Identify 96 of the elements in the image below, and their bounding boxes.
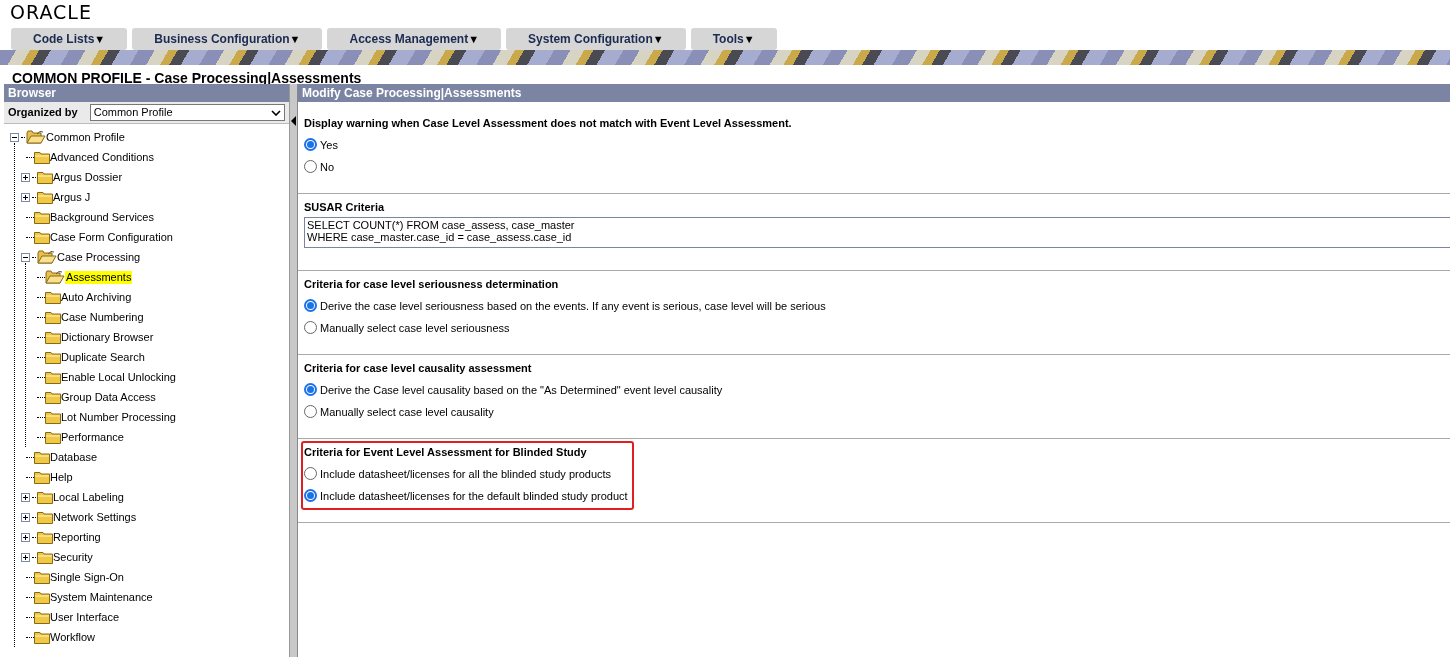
- tree-item[interactable]: Performance: [61, 430, 124, 444]
- caret-icon: ▼: [289, 30, 301, 48]
- folder-icon: [34, 630, 50, 644]
- folder-icon: [34, 150, 50, 164]
- caret-icon: ▼: [652, 30, 664, 48]
- expand-icon[interactable]: [21, 192, 30, 202]
- chevron-icon: [271, 109, 281, 116]
- folder-icon: [45, 430, 61, 444]
- section-heading: Criteria for case level seriousness determination: [304, 277, 560, 291]
- menu-button[interactable]: Access Management▼: [327, 28, 502, 50]
- folder-icon: [34, 610, 50, 624]
- tree-item[interactable]: System Maintenance: [50, 590, 153, 604]
- caret-icon: ▼: [94, 30, 106, 48]
- tree-item[interactable]: Duplicate Search: [61, 350, 145, 364]
- folder-icon: [37, 550, 53, 564]
- page-title: COMMON PROFILE - Case Processing|Assessments: [12, 70, 362, 86]
- option-label: Manually select case level seriousness: [320, 321, 510, 337]
- expand-icon[interactable]: [21, 532, 30, 542]
- tree-item[interactable]: Enable Local Unlocking: [61, 370, 176, 384]
- folder-icon: [45, 350, 61, 364]
- expand-icon[interactable]: [21, 492, 30, 502]
- option-label: Derive the case level seriousness based on the events. If any event is serious, case level will be serious: [320, 299, 826, 315]
- collapse-icon[interactable]: [21, 252, 30, 262]
- tree-item[interactable]: Case Numbering: [61, 310, 144, 324]
- folder-icon: [34, 590, 50, 604]
- section-heading: Criteria for case level causality assessment: [304, 361, 533, 375]
- menu-button[interactable]: Tools▼: [690, 28, 777, 50]
- tree-item[interactable]: Network Settings: [53, 510, 137, 524]
- tree-item[interactable]: Dictionary Browser: [61, 330, 154, 344]
- tree-item[interactable]: Assessments: [65, 270, 133, 284]
- folder-icon: [34, 470, 50, 484]
- option-label: Include datasheet/licenses for the default blinded study product: [320, 489, 628, 505]
- menu-button[interactable]: Business Configuration▼: [132, 28, 323, 50]
- folder-icon: [37, 510, 53, 524]
- open-folder-icon: [45, 270, 65, 284]
- field-label: Organized by: [8, 105, 78, 121]
- tree-item[interactable]: Workflow: [50, 630, 96, 644]
- tree-item[interactable]: Local Labeling: [53, 490, 124, 504]
- section-heading: SUSAR Criteria: [304, 200, 386, 214]
- folder-icon: [34, 450, 50, 464]
- collapse-arrow-icon[interactable]: [291, 116, 296, 126]
- tree-item[interactable]: Case Form Configuration: [50, 230, 173, 244]
- menu-button[interactable]: System Configuration▼: [506, 28, 686, 50]
- folder-icon: [34, 230, 50, 244]
- tree-item[interactable]: Argus Dossier: [53, 170, 123, 184]
- folder-icon: [45, 410, 61, 424]
- tree-item[interactable]: Background Services: [50, 210, 154, 224]
- open-folder-icon: [26, 130, 46, 144]
- menu-button[interactable]: Code Lists▼: [11, 28, 128, 50]
- radio-button[interactable]: [304, 298, 317, 312]
- caret-icon: ▼: [468, 30, 480, 48]
- section-heading: Display warning when Case Level Assessment does not match with Event Level Assessment.: [304, 116, 793, 130]
- tree-item[interactable]: Group Data Access: [61, 390, 156, 404]
- folder-icon: [34, 210, 50, 224]
- tree-item[interactable]: Security: [53, 550, 93, 564]
- tree-item[interactable]: Advanced Conditions: [50, 150, 154, 164]
- folder-icon: [45, 290, 61, 304]
- folder-icon: [45, 310, 61, 324]
- radio-button[interactable]: [304, 137, 317, 151]
- tree-item[interactable]: Argus J: [53, 190, 91, 204]
- expand-icon[interactable]: [21, 552, 30, 562]
- tree-item[interactable]: Database: [50, 450, 98, 464]
- folder-icon: [45, 330, 61, 344]
- collapse-icon[interactable]: [10, 132, 19, 142]
- folder-icon: [45, 390, 61, 404]
- folder-icon: [37, 170, 53, 184]
- expand-icon[interactable]: [21, 512, 30, 522]
- option-label: Yes: [320, 138, 338, 154]
- folder-icon: [34, 570, 50, 584]
- radio-button[interactable]: [304, 488, 317, 502]
- option-label: Include datasheet/licenses for all the blinded study products: [320, 467, 612, 483]
- tree-item[interactable]: Help: [50, 470, 73, 484]
- tree-item[interactable]: Lot Number Processing: [61, 410, 176, 424]
- organized-by-dropdown[interactable]: Common Profile: [89, 104, 285, 121]
- tree-item[interactable]: Single Sign-On: [50, 570, 124, 584]
- section-heading: Criteria for Event Level Assessment for Blinded Study: [304, 445, 588, 459]
- radio-button[interactable]: [304, 382, 317, 396]
- tree-item[interactable]: User Interface: [50, 610, 120, 624]
- caret-icon: ▼: [743, 30, 755, 48]
- tree-item[interactable]: Common Profile: [46, 130, 125, 144]
- panel-header: Browser: [4, 84, 289, 102]
- expand-icon[interactable]: [21, 172, 30, 182]
- option-label: No: [320, 160, 335, 176]
- option-label: Manually select case level causality: [320, 405, 494, 421]
- folder-icon: [37, 530, 53, 544]
- folder-icon: [45, 370, 61, 384]
- panel-header: Modify Case Processing|Assessments: [298, 84, 1450, 102]
- tree-item[interactable]: Auto Archiving: [61, 290, 132, 304]
- tree-item[interactable]: Reporting: [53, 530, 101, 544]
- open-folder-icon: [37, 250, 57, 264]
- option-label: Derive the Case level causality based on the "As Determined" event level causality: [320, 383, 723, 399]
- tree-item[interactable]: Case Processing: [57, 250, 141, 264]
- criteria-text-area[interactable]: SELECT COUNT(*) FROM case_assess, case_master WHERE case_master.case_id = case_assess.case_id: [304, 217, 1450, 248]
- folder-icon: [37, 490, 53, 504]
- oracle-logo: ORACLE: [10, 1, 92, 23]
- folder-icon: [37, 190, 53, 204]
